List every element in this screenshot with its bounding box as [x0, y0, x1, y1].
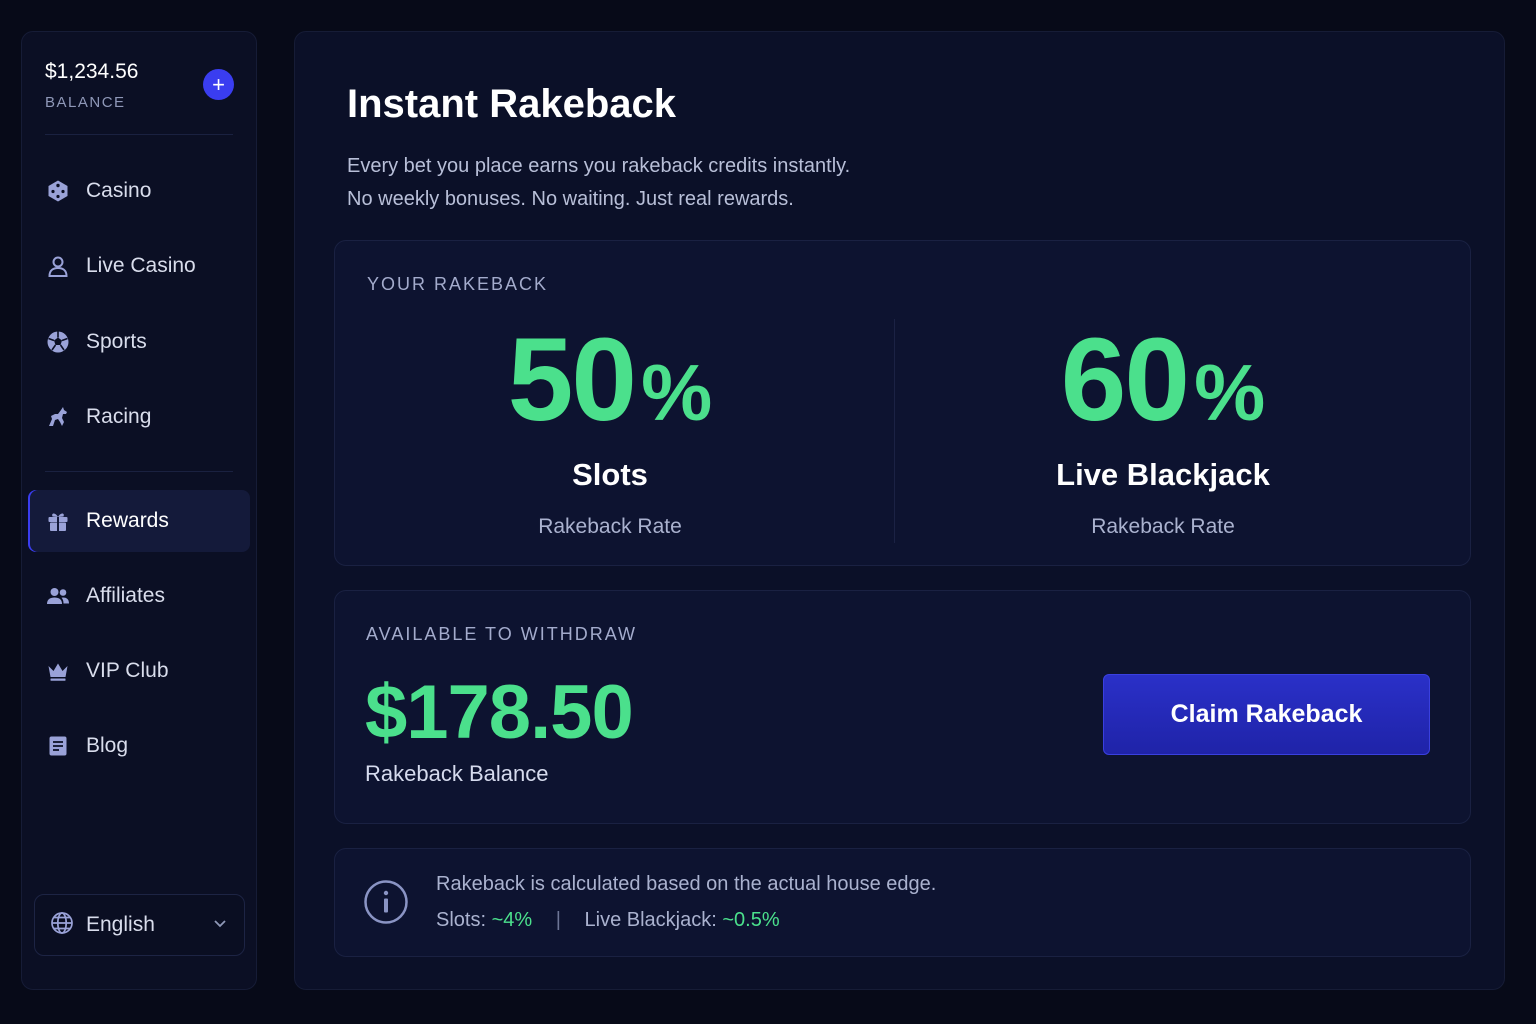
- sidebar-item-label: Blog: [86, 734, 129, 757]
- info-card: Rakeback is calculated based on the actu…: [334, 848, 1471, 957]
- subtitle-line: Every bet you place earns you rakeback c…: [347, 155, 851, 177]
- users-icon: [45, 583, 71, 609]
- sidebar-item-live-casino[interactable]: Live Casino: [28, 235, 250, 297]
- withdraw-label: AVAILABLE TO WITHDRAW: [366, 624, 638, 644]
- globe-icon: [50, 911, 74, 940]
- sidebar-item-blog[interactable]: Blog: [28, 715, 250, 777]
- rate-slots: 50% Slots Rakeback Rate: [340, 321, 880, 539]
- rate-live-blackjack: 60% Live Blackjack Rakeback Rate: [893, 321, 1433, 539]
- sidebar-item-label: Affiliates: [86, 584, 165, 607]
- sidebar-divider: [45, 471, 233, 472]
- rate-sub: Rakeback Rate: [1091, 515, 1235, 538]
- sidebar-item-sports[interactable]: Sports: [28, 311, 250, 373]
- info-bj-value: ~0.5%: [722, 909, 780, 931]
- info-slots-value: ~4%: [491, 909, 533, 931]
- gift-icon: [45, 508, 71, 534]
- rate-unit: %: [641, 348, 713, 437]
- rate-value: 50%: [340, 321, 880, 439]
- rakeback-label: YOUR RAKEBACK: [367, 274, 549, 294]
- rakeback-card: YOUR RAKEBACK 50% Slots Rakeback Rate 60…: [334, 240, 1471, 566]
- rate-number: 50: [507, 314, 637, 446]
- balance-amount: $1,234.56: [45, 60, 139, 83]
- balance-block: $1,234.56 BALANCE: [45, 60, 138, 111]
- page-title: Instant Rakeback: [347, 82, 677, 126]
- info-bj-label: Live Blackjack:: [584, 909, 717, 931]
- info-separator: |: [555, 909, 561, 931]
- info-text: Rakeback is calculated based on the actu…: [436, 873, 937, 895]
- user-icon: [45, 253, 71, 279]
- info-slots-label: Slots:: [436, 909, 487, 931]
- sidebar-item-label: VIP Club: [86, 659, 169, 682]
- language-label: English: [86, 913, 155, 936]
- subtitle-line: No weekly bonuses. No waiting. Just real…: [347, 188, 794, 210]
- chevron-down-icon: [212, 915, 228, 936]
- document-icon: [45, 733, 71, 759]
- sidebar-item-casino[interactable]: Casino: [28, 160, 250, 222]
- crown-icon: [45, 658, 71, 684]
- info-rates: Slots: ~4% | Live Blackjack: ~0.5%: [436, 909, 780, 932]
- withdraw-card: AVAILABLE TO WITHDRAW $178.50 Rakeback B…: [334, 590, 1471, 824]
- withdraw-amount-sub: Rakeback Balance: [365, 761, 549, 786]
- sidebar-item-label: Rewards: [86, 509, 169, 532]
- rate-sub: Rakeback Rate: [538, 515, 682, 538]
- sidebar-item-label: Sports: [86, 330, 147, 353]
- page-subtitle: Every bet you place earns you rakeback c…: [347, 150, 850, 216]
- sidebar: $1,234.56 BALANCE + Casino Live Casino S…: [21, 31, 257, 990]
- sidebar-item-label: Casino: [86, 179, 152, 202]
- language-select[interactable]: English: [34, 894, 245, 956]
- dice-icon: [45, 178, 71, 204]
- sidebar-item-rewards[interactable]: Rewards: [28, 490, 250, 552]
- balance-label: BALANCE: [45, 94, 126, 111]
- main-panel: Instant Rakeback Every bet you place ear…: [294, 31, 1505, 990]
- rate-name: Live Blackjack: [1056, 457, 1270, 492]
- rate-number: 60: [1060, 314, 1190, 446]
- sidebar-divider: [45, 134, 233, 135]
- sidebar-item-affiliates[interactable]: Affiliates: [28, 565, 250, 627]
- horse-icon: [45, 404, 71, 430]
- add-funds-button[interactable]: +: [203, 69, 234, 100]
- withdraw-amount: $178.50: [365, 670, 634, 755]
- rate-name: Slots: [572, 457, 648, 492]
- soccer-ball-icon: [45, 329, 71, 355]
- sidebar-item-vip-club[interactable]: VIP Club: [28, 640, 250, 702]
- rate-value: 60%: [893, 321, 1433, 439]
- claim-rakeback-button[interactable]: Claim Rakeback: [1103, 674, 1430, 755]
- sidebar-item-racing[interactable]: Racing: [28, 386, 250, 448]
- rate-unit: %: [1194, 348, 1266, 437]
- info-icon: [363, 879, 409, 925]
- sidebar-item-label: Racing: [86, 405, 152, 428]
- sidebar-item-label: Live Casino: [86, 254, 196, 277]
